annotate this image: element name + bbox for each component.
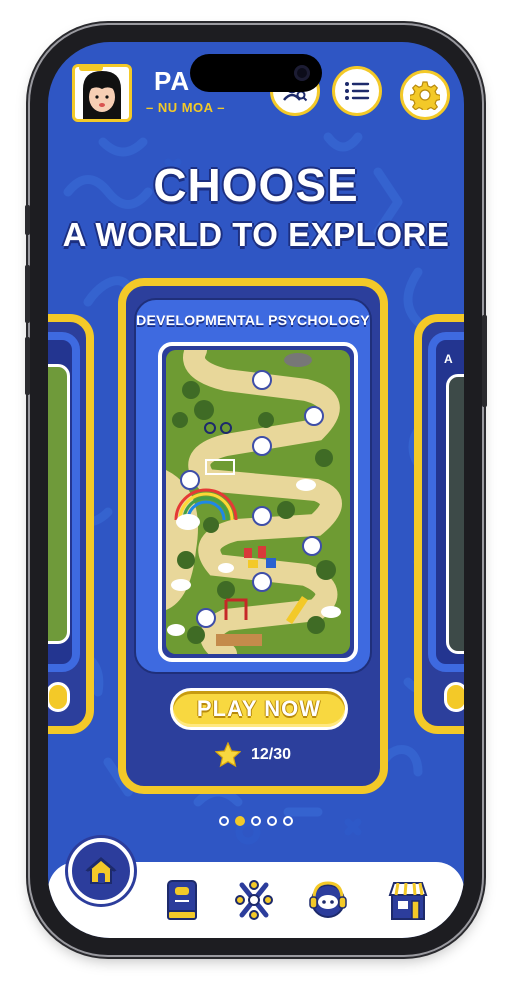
user-level-label: NU MOA xyxy=(157,100,214,115)
play-now-button[interactable]: PLAY NOW xyxy=(170,688,348,730)
carousel-dot-4[interactable] xyxy=(267,816,277,826)
heading-line2: A WORLD TO EXPLORE xyxy=(62,216,450,253)
world-card-previous-map xyxy=(48,364,70,644)
heading-line1: CHOOSE xyxy=(153,159,359,211)
world-card-next-play xyxy=(444,682,464,712)
nav-shop-button[interactable] xyxy=(384,876,432,924)
nav-network-button[interactable] xyxy=(230,876,278,924)
dynamic-island xyxy=(190,54,322,92)
shop-icon xyxy=(388,882,428,920)
world-map xyxy=(166,350,350,654)
gear-icon xyxy=(410,81,440,110)
world-card-previous[interactable] xyxy=(48,314,94,734)
carousel-dots xyxy=(48,816,464,826)
world-card-next-inner: A xyxy=(428,332,464,672)
star-icon xyxy=(214,742,241,768)
avatar-tab xyxy=(79,67,103,71)
world-map-frame xyxy=(158,342,358,662)
home-icon xyxy=(85,857,117,884)
carousel-dot-3[interactable] xyxy=(251,816,261,826)
network-icon xyxy=(235,880,273,920)
volume-up-button xyxy=(25,265,30,323)
nav-home-button[interactable] xyxy=(68,838,134,904)
action-button xyxy=(25,205,30,235)
world-card-next[interactable]: A xyxy=(414,314,464,734)
camera xyxy=(294,65,310,81)
nav-notebook-button[interactable] xyxy=(158,876,206,924)
menu-button[interactable] xyxy=(332,66,382,116)
list-icon xyxy=(345,82,370,100)
username: PA xyxy=(154,66,191,96)
carousel-dot-5[interactable] xyxy=(283,816,293,826)
nav-support-button[interactable] xyxy=(304,876,352,924)
world-card-inner: DEVELOPMENTAL PSYCHOLOGY xyxy=(134,298,372,674)
world-title: DEVELOPMENTAL PSYCHOLOGY xyxy=(136,312,370,328)
world-card-previous-play xyxy=(48,682,70,712)
world-card-previous-inner xyxy=(48,332,80,672)
carousel-dot-2[interactable] xyxy=(235,816,245,826)
power-button xyxy=(482,315,487,407)
app-screen: PA – NU MOA – CHOOSE A WORLD TO EXPLORE xyxy=(48,42,464,938)
avatar[interactable] xyxy=(72,64,132,122)
world-progress: 12/30 xyxy=(126,740,380,770)
world-map-illustration xyxy=(166,350,350,654)
world-card-current[interactable]: DEVELOPMENTAL PSYCHOLOGY PLAY NOW 12/30 xyxy=(118,278,388,794)
progress-text: 12/30 xyxy=(250,746,292,763)
girl-avatar-icon xyxy=(83,71,121,119)
settings-button[interactable] xyxy=(400,70,450,120)
world-card-next-title: A xyxy=(444,352,453,366)
volume-down-button xyxy=(25,337,30,395)
headset-icon xyxy=(309,881,347,918)
notebook-icon xyxy=(167,880,197,920)
user-level: – NU MOA – xyxy=(146,100,225,115)
carousel-dot-1[interactable] xyxy=(219,816,229,826)
world-card-next-map xyxy=(446,374,464,654)
